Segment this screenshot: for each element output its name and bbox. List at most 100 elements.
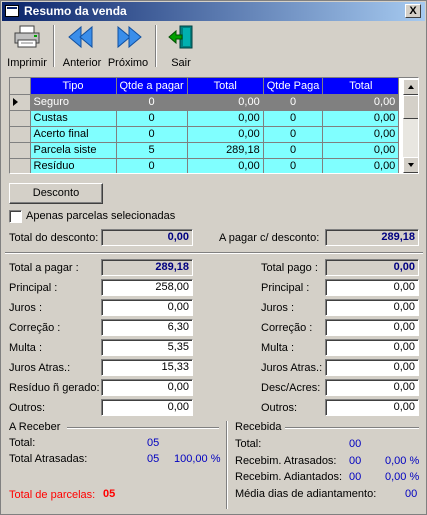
late-interest-field[interactable]: 15,33: [101, 359, 193, 376]
table-row[interactable]: Acerto final 0 0,00 0 0,00: [10, 126, 400, 143]
divider: [226, 421, 228, 509]
total-parcelas-label: Total de parcelas:: [9, 489, 96, 501]
others-field[interactable]: 0,00: [101, 399, 193, 416]
print-button[interactable]: Imprimir: [5, 23, 49, 69]
only-selected-checkbox[interactable]: [9, 210, 22, 223]
divider: [5, 252, 423, 254]
a-receber-total-label: Total:: [9, 437, 36, 449]
cell-qtde-a-pagar[interactable]: 0: [116, 158, 188, 173]
cell-total-pago[interactable]: 0,00: [322, 94, 400, 111]
exit-button[interactable]: Sair: [165, 23, 197, 69]
discount-surcharge-field[interactable]: 0,00: [325, 379, 419, 396]
summary-grid[interactable]: Tipo Qtde a pagar Total Qtde Paga Total …: [9, 77, 419, 174]
exit-door-icon: [168, 25, 193, 49]
cell-total[interactable]: 0,00: [187, 94, 264, 111]
recebim-atrasados-label: Recebim. Atrasados:: [235, 455, 337, 467]
scroll-thumb[interactable]: [403, 95, 418, 119]
residue-field[interactable]: 0,00: [101, 379, 193, 396]
media-dias-label: Média dias de adiantamento:: [235, 488, 377, 500]
cell-total-pago[interactable]: 0,00: [322, 126, 400, 143]
recebim-adiantados-value: 00: [349, 471, 362, 483]
summary-table: Tipo Qtde a pagar Total Qtde Paga Total …: [10, 78, 400, 173]
scroll-down-button[interactable]: [403, 157, 418, 173]
total-discount-label: Total do desconto:: [9, 232, 99, 244]
cell-tipo[interactable]: Custas: [30, 110, 117, 127]
paid-interest-field[interactable]: 0,00: [325, 299, 419, 316]
cell-qtde-a-pagar[interactable]: 5: [116, 142, 188, 159]
paid-correction-field[interactable]: 0,00: [325, 319, 419, 336]
recebida-title: Recebida: [235, 421, 282, 433]
vertical-scrollbar[interactable]: [403, 79, 418, 173]
cell-tipo[interactable]: Seguro: [30, 94, 117, 111]
fine-field[interactable]: 5,35: [101, 339, 193, 356]
table-row[interactable]: Resíduo 0 0,00 0 0,00: [10, 158, 400, 173]
discount-surcharge-label: Desc/Acres:: [261, 382, 321, 394]
paid-others-field[interactable]: 0,00: [325, 399, 419, 416]
cell-qtde-paga[interactable]: 0: [263, 126, 324, 143]
row-indicator[interactable]: [10, 126, 31, 143]
row-indicator-header: [10, 78, 31, 95]
cell-tipo[interactable]: Acerto final: [30, 126, 117, 143]
print-label: Imprimir: [7, 57, 47, 69]
cell-qtde-paga[interactable]: 0: [263, 110, 324, 127]
table-row[interactable]: Parcela siste 5 289,18 0 0,00: [10, 142, 400, 159]
media-dias-value: 00: [405, 488, 418, 500]
principal-field[interactable]: 258,00: [101, 279, 193, 296]
to-pay-with-discount-field[interactable]: 289,18: [325, 229, 419, 246]
column-header[interactable]: Total: [187, 78, 264, 95]
scroll-up-button[interactable]: [403, 79, 418, 95]
cell-qtde-a-pagar[interactable]: 0: [116, 110, 188, 127]
cell-total[interactable]: 0,00: [187, 126, 264, 143]
discount-button[interactable]: Desconto: [9, 183, 103, 204]
paid-fine-label: Multa :: [261, 342, 295, 354]
row-indicator[interactable]: [10, 110, 31, 127]
row-indicator[interactable]: [10, 142, 31, 159]
previous-button[interactable]: Anterior: [59, 23, 105, 69]
close-button[interactable]: X: [405, 4, 421, 18]
paid-late-interest-field[interactable]: 0,00: [325, 359, 419, 376]
only-selected-label: Apenas parcelas selecionadas: [26, 210, 176, 222]
cell-qtde-paga[interactable]: 0: [263, 94, 324, 111]
cell-tipo[interactable]: Resíduo: [30, 158, 117, 173]
paid-fine-field[interactable]: 0,00: [325, 339, 419, 356]
recebim-atrasados-pct: 0,00 %: [385, 455, 420, 467]
total-to-pay-field[interactable]: 289,18: [101, 259, 193, 276]
cell-qtde-a-pagar[interactable]: 0: [116, 126, 188, 143]
cell-total[interactable]: 0,00: [187, 158, 264, 173]
next-label: Próximo: [107, 57, 149, 69]
arrow-right-icon: [117, 25, 142, 49]
paid-interest-label: Juros :: [261, 302, 295, 314]
table-row[interactable]: Seguro 0 0,00 0 0,00: [10, 94, 400, 111]
paid-principal-field[interactable]: 0,00: [325, 279, 419, 296]
column-header[interactable]: Qtde a pagar: [116, 78, 188, 95]
divider: [285, 427, 419, 429]
residue-label: Resíduo ñ gerado:: [9, 382, 100, 394]
recebim-atrasados-value: 00: [349, 455, 362, 467]
correction-field[interactable]: 6,30: [101, 319, 193, 336]
cell-total-pago[interactable]: 0,00: [322, 158, 400, 173]
row-indicator[interactable]: [10, 94, 31, 111]
table-row[interactable]: Custas 0 0,00 0 0,00: [10, 110, 400, 127]
cell-total[interactable]: 289,18: [187, 142, 264, 159]
cell-total[interactable]: 0,00: [187, 110, 264, 127]
arrow-down-icon: [408, 163, 414, 167]
total-discount-field[interactable]: 0,00: [101, 229, 193, 246]
cell-total-pago[interactable]: 0,00: [322, 142, 400, 159]
next-button[interactable]: Próximo: [107, 23, 149, 69]
column-header[interactable]: Qtde Paga: [263, 78, 324, 95]
cell-qtde-paga[interactable]: 0: [263, 142, 324, 159]
column-header[interactable]: Tipo: [30, 78, 117, 95]
cell-qtde-paga[interactable]: 0: [263, 158, 324, 173]
cell-qtde-a-pagar[interactable]: 0: [116, 94, 188, 111]
interest-field[interactable]: 0,00: [101, 299, 193, 316]
column-header[interactable]: Total: [322, 78, 400, 95]
total-paid-field[interactable]: 0,00: [325, 259, 419, 276]
recebim-adiantados-pct: 0,00 %: [385, 471, 420, 483]
title-bar[interactable]: Resumo da venda X: [2, 2, 425, 21]
arrow-left-icon: [68, 25, 93, 49]
a-receber-atrasadas-label: Total Atrasadas:: [9, 453, 88, 465]
a-receber-atrasadas-pct: 100,00 %: [174, 453, 221, 465]
row-indicator[interactable]: [10, 158, 31, 173]
cell-tipo[interactable]: Parcela siste: [30, 142, 117, 159]
cell-total-pago[interactable]: 0,00: [322, 110, 400, 127]
